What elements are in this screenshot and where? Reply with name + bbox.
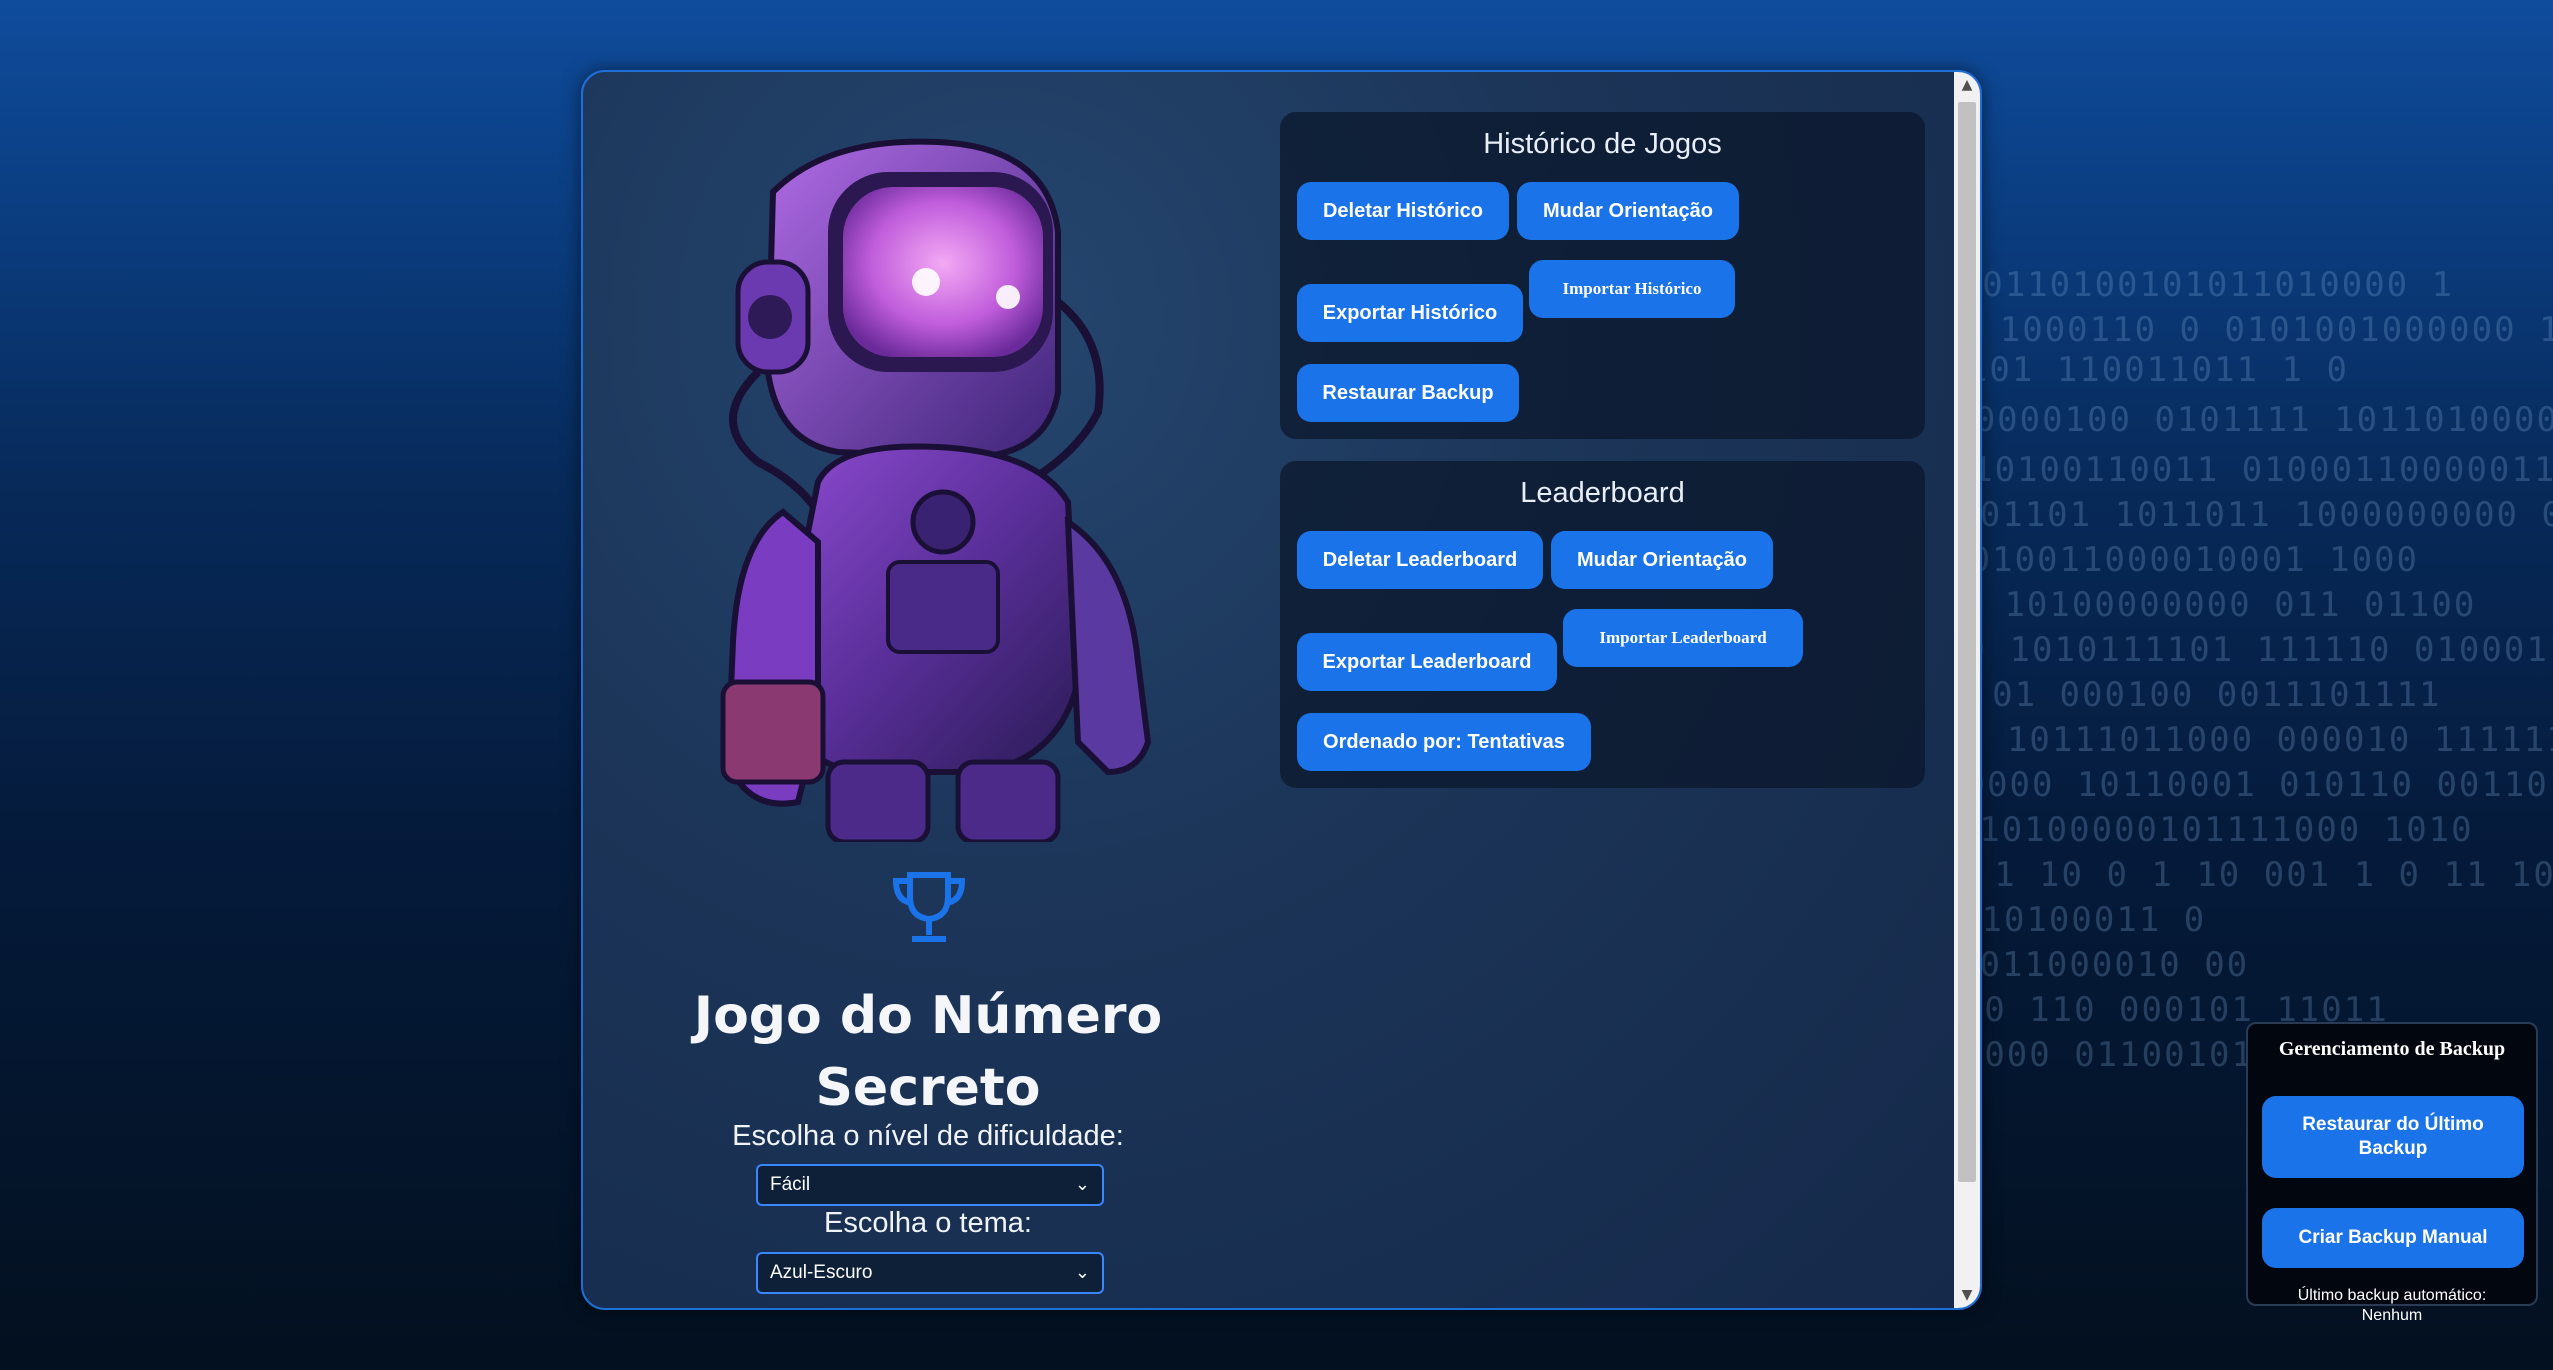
change-orientation-button[interactable]: Mudar Orientação: [1517, 182, 1739, 240]
sort-leaderboard-button[interactable]: Ordenado por: Tentativas: [1297, 713, 1591, 771]
scroll-down-icon[interactable]: ▼: [1954, 1282, 1980, 1308]
create-manual-backup-button[interactable]: Criar Backup Manual: [2262, 1208, 2524, 1268]
restore-last-backup-button[interactable]: Restaurar do Último Backup: [2262, 1096, 2524, 1178]
title-line-1: Jogo do Número: [693, 986, 1163, 1046]
last-backup-caption: Último backup automático:: [2297, 1287, 2487, 1304]
last-backup-value: Nenhum: [2361, 1307, 2423, 1324]
history-panel-title: Histórico de Jogos: [1483, 128, 1722, 160]
delete-history-button[interactable]: Deletar Histórico: [1297, 182, 1509, 240]
chevron-down-icon: ⌄: [1074, 1174, 1090, 1194]
backup-panel-title: Gerenciamento de Backup: [2278, 1038, 2506, 1060]
theme-value: Azul-Escuro: [770, 1262, 873, 1283]
restore-backup-button[interactable]: Restaurar Backup: [1297, 364, 1519, 422]
page-title: Jogo do Número Secreto: [663, 980, 1193, 1124]
export-history-button[interactable]: Exportar Histórico: [1297, 284, 1523, 342]
difficulty-label: Escolha o nível de dificuldade:: [732, 1120, 1124, 1152]
scrollbar[interactable]: ▲ ▼: [1954, 72, 1980, 1308]
leaderboard-orientation-button[interactable]: Mudar Orientação: [1551, 531, 1773, 589]
leaderboard-panel: Leaderboard Deletar Leaderboard Mudar Or…: [1280, 461, 1925, 788]
scroll-up-icon[interactable]: ▲: [1954, 72, 1980, 98]
title-line-2: Secreto: [815, 1058, 1041, 1118]
leaderboard-panel-title: Leaderboard: [1520, 477, 1685, 509]
robot-illustration: [678, 122, 1218, 845]
history-panel: Histórico de Jogos Deletar Histórico Mud…: [1280, 112, 1925, 439]
difficulty-value: Fácil: [770, 1174, 811, 1195]
import-history-button[interactable]: Importar Histórico: [1529, 260, 1735, 318]
import-leaderboard-button[interactable]: Importar Leaderboard: [1563, 609, 1803, 667]
chevron-down-icon: ⌄: [1074, 1262, 1090, 1282]
theme-select[interactable]: Azul-Escuro ⌄: [756, 1252, 1104, 1294]
scrollbar-thumb[interactable]: [1958, 102, 1976, 1182]
trophy-icon: [888, 867, 970, 949]
difficulty-select[interactable]: Fácil ⌄: [756, 1164, 1104, 1206]
export-leaderboard-button[interactable]: Exportar Leaderboard: [1297, 633, 1557, 691]
delete-leaderboard-button[interactable]: Deletar Leaderboard: [1297, 531, 1543, 589]
last-backup-text: Último backup automático: Nenhum: [2246, 1287, 2538, 1326]
backup-panel: Gerenciamento de Backup Restaurar do Últ…: [2246, 1022, 2538, 1306]
theme-label: Escolha o tema:: [824, 1207, 1032, 1239]
main-window: Histórico de Jogos Deletar Histórico Mud…: [581, 70, 1982, 1310]
